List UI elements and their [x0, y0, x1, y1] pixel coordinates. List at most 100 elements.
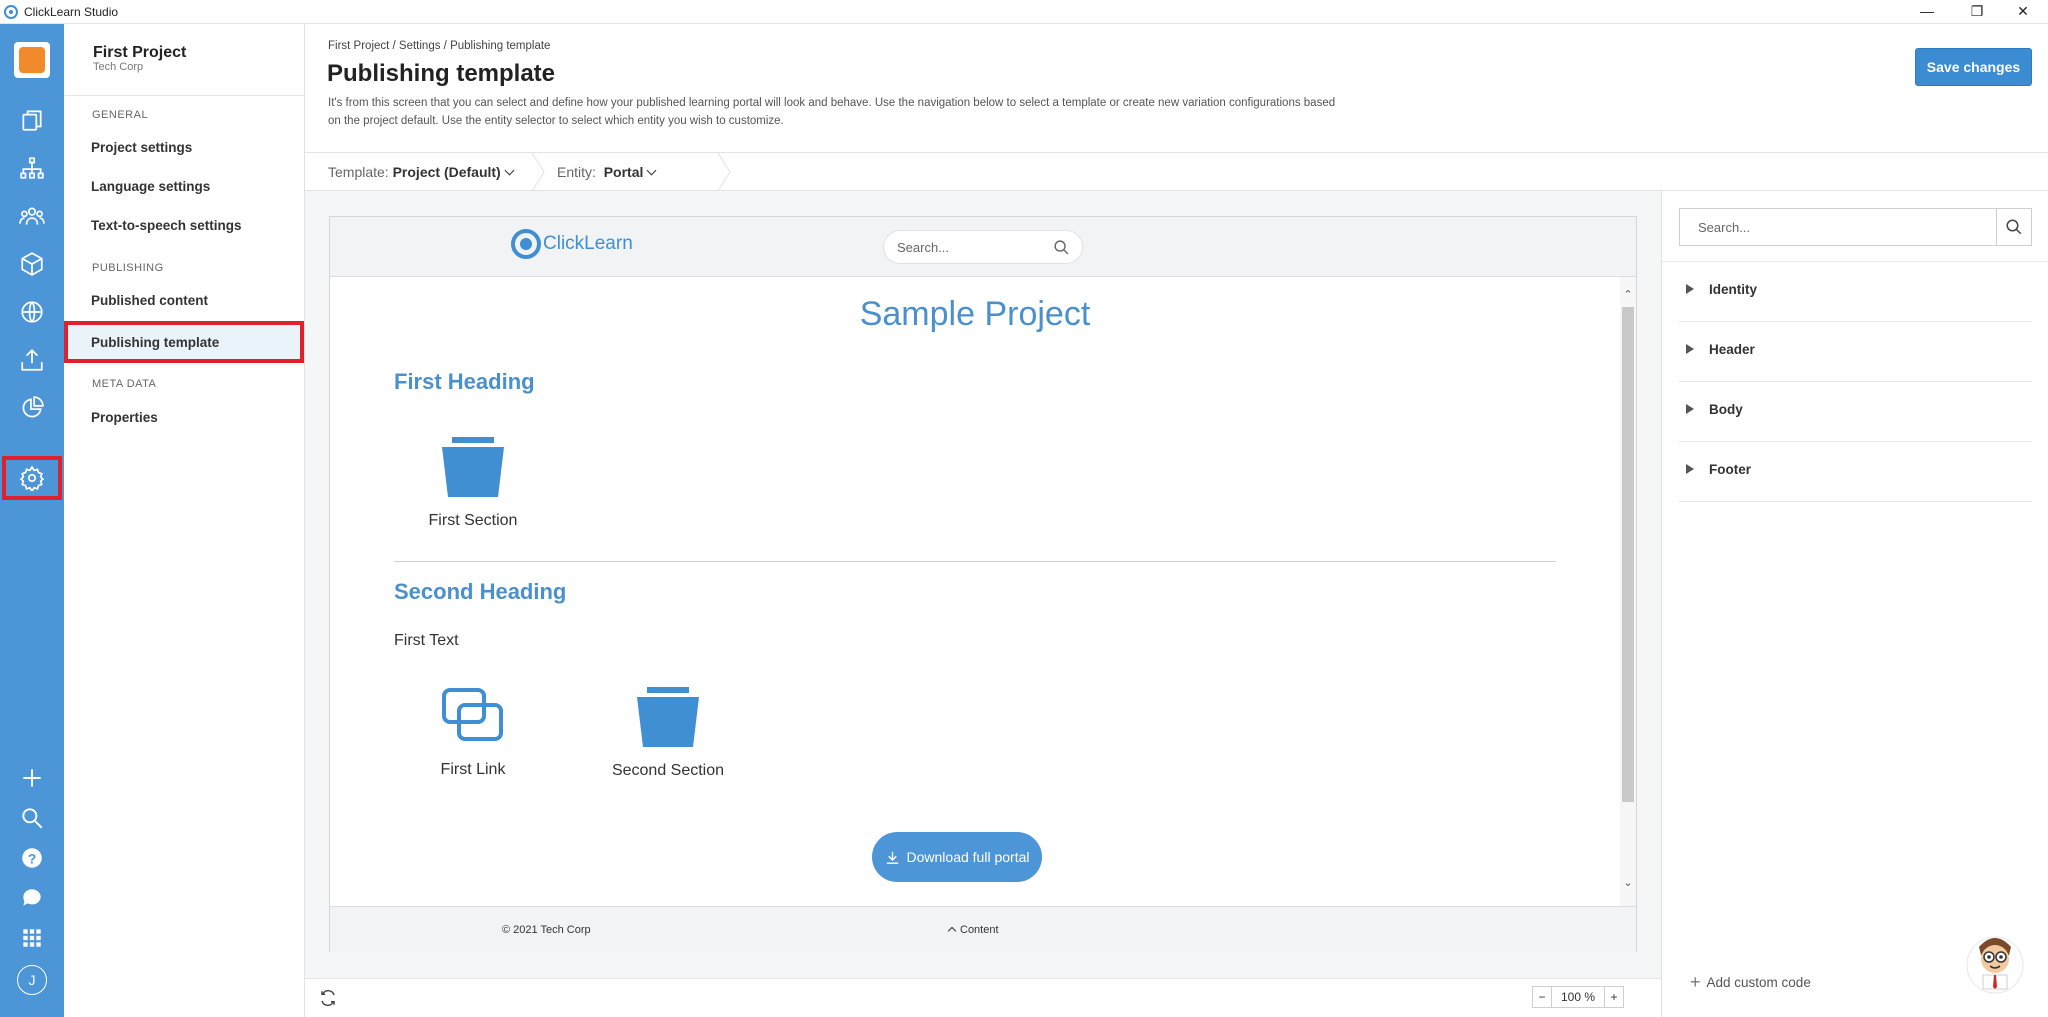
portal-footer: © 2021 Tech Corp Content	[330, 906, 1636, 952]
entity-label: Entity:	[557, 164, 596, 180]
add-custom-code-button[interactable]: + Add custom code	[1690, 972, 1811, 993]
properties-search-button[interactable]	[1996, 208, 2032, 246]
zoom-level: 100 %	[1551, 987, 1605, 1007]
sidebar-item-properties[interactable]: Properties	[91, 410, 158, 425]
portal-text: First Text	[394, 632, 459, 649]
documents-icon[interactable]	[16, 104, 48, 136]
template-value: Project (Default)	[392, 164, 501, 180]
section-label-publishing: PUBLISHING	[92, 262, 164, 274]
search-icon	[2006, 219, 2022, 235]
chevron-down-icon[interactable]: ⌄	[1622, 877, 1634, 889]
portal-header: ClickLearn Search...	[330, 217, 1636, 277]
chart-pie-icon[interactable]	[16, 392, 48, 424]
accordion-label: Identity	[1709, 282, 1758, 297]
breadcrumb: First Project / Settings / Publishing te…	[328, 40, 551, 52]
accordion-label: Footer	[1709, 462, 1751, 477]
package-icon[interactable]	[16, 248, 48, 280]
template-selector[interactable]: Template: Project (Default)	[328, 164, 515, 180]
plus-icon[interactable]	[16, 762, 48, 794]
download-full-portal-button[interactable]: Download full portal	[872, 832, 1042, 882]
footer-content-link[interactable]: Content	[947, 924, 999, 936]
avatar[interactable]: J	[16, 964, 48, 996]
canvas-bottom-bar: − 100 % +	[305, 978, 1661, 1017]
close-icon[interactable]: ✕	[2000, 0, 2046, 22]
app-logo-icon	[4, 4, 18, 19]
minimize-icon[interactable]: —	[1904, 0, 1950, 22]
footer-copyright: © 2021 Tech Corp	[502, 924, 591, 936]
sidebar-item-label: Publishing template	[91, 335, 220, 350]
portal-divider	[394, 561, 1556, 562]
portal-title: Sample Project	[859, 295, 1091, 333]
publish-icon[interactable]	[16, 344, 48, 376]
sidebar-item-tts-settings[interactable]: Text-to-speech settings	[91, 218, 242, 233]
page-title: Publishing template	[327, 60, 556, 87]
portal-heading-second: Second Heading	[394, 579, 567, 604]
scrollbar-thumb[interactable]	[1622, 307, 1634, 802]
window-title: ClickLearn Studio	[24, 4, 119, 19]
restore-icon[interactable]: ❐	[1954, 0, 2000, 22]
section-label-meta: META DATA	[92, 378, 157, 390]
tile-label: First Link	[440, 761, 506, 778]
app-rail: ? J	[0, 24, 64, 1017]
divider	[64, 95, 304, 96]
zoom-out-button[interactable]: −	[1533, 987, 1551, 1007]
entity-selector[interactable]: Entity: Portal	[557, 164, 657, 180]
caret-right-icon	[1686, 464, 1694, 474]
zoom-control: − 100 % +	[1532, 986, 1624, 1008]
settings-sidebar: First Project Tech Corp GENERAL Project …	[64, 24, 305, 1017]
portal-logo[interactable]: ClickLearn	[511, 229, 633, 259]
sidebar-item-publishing-template[interactable]: Publishing template	[64, 321, 304, 363]
caret-right-icon	[1686, 404, 1694, 414]
sidebar-item-published-content[interactable]: Published content	[91, 293, 208, 308]
chat-icon[interactable]	[16, 882, 48, 914]
sitemap-icon[interactable]	[16, 152, 48, 184]
link-icon	[442, 688, 503, 741]
clicklearn-logo-icon	[511, 229, 541, 259]
caret-right-icon	[1686, 344, 1694, 354]
users-icon[interactable]	[16, 200, 48, 232]
portal-search-input[interactable]: Search...	[883, 230, 1083, 264]
properties-search-input[interactable]: Search...	[1679, 208, 1996, 246]
chevron-up-icon	[947, 926, 957, 936]
template-label: Template:	[328, 164, 389, 180]
window-titlebar: ClickLearn Studio — ❐ ✕	[0, 0, 2048, 24]
preview-scrollbar[interactable]: ⌃ ⌄	[1620, 277, 1636, 907]
accordion-label: Header	[1709, 342, 1755, 357]
footer-content-label: Content	[960, 924, 999, 936]
divider	[717, 153, 731, 191]
download-icon	[886, 851, 898, 864]
save-button[interactable]: Save changes	[1915, 48, 2032, 86]
chevron-up-icon[interactable]: ⌃	[1622, 289, 1634, 301]
accordion-footer[interactable]: Footer	[1679, 442, 2032, 502]
plus-icon: +	[1690, 972, 1701, 992]
settings-selected-highlight	[2, 456, 62, 500]
accordion-identity[interactable]: Identity	[1679, 262, 2032, 322]
section-label-general: GENERAL	[92, 109, 149, 121]
accordion-body[interactable]: Body	[1679, 382, 2032, 442]
assistant-mascot-icon[interactable]	[1965, 929, 2025, 995]
globe-icon[interactable]	[16, 296, 48, 328]
template-toolbar: Template: Project (Default) Entity: Port…	[305, 152, 2048, 191]
sidebar-item-language-settings[interactable]: Language settings	[91, 179, 210, 194]
search-icon[interactable]	[16, 802, 48, 834]
search-icon	[1054, 240, 1069, 255]
portal-search-placeholder: Search...	[897, 240, 950, 255]
entity-value: Portal	[603, 164, 644, 180]
page-description: It's from this screen that you can selec…	[328, 97, 1336, 127]
refresh-icon[interactable]	[319, 989, 337, 1007]
portal-heading-first: First Heading	[394, 369, 535, 394]
app-logo[interactable]	[14, 42, 50, 78]
project-org: Tech Corp	[93, 61, 144, 73]
chevron-down-icon	[504, 165, 515, 176]
zoom-in-button[interactable]: +	[1605, 987, 1623, 1007]
accordion-header[interactable]: Header	[1679, 322, 2032, 382]
add-custom-code-label: Add custom code	[1706, 975, 1811, 990]
folder-icon	[442, 437, 504, 497]
project-name: First Project	[93, 44, 187, 61]
help-icon[interactable]: ?	[16, 842, 48, 874]
caret-right-icon	[1686, 284, 1694, 294]
apps-icon[interactable]	[16, 922, 48, 954]
sidebar-item-project-settings[interactable]: Project settings	[91, 140, 192, 155]
divider	[531, 153, 545, 191]
download-label: Download full portal	[906, 849, 1030, 865]
